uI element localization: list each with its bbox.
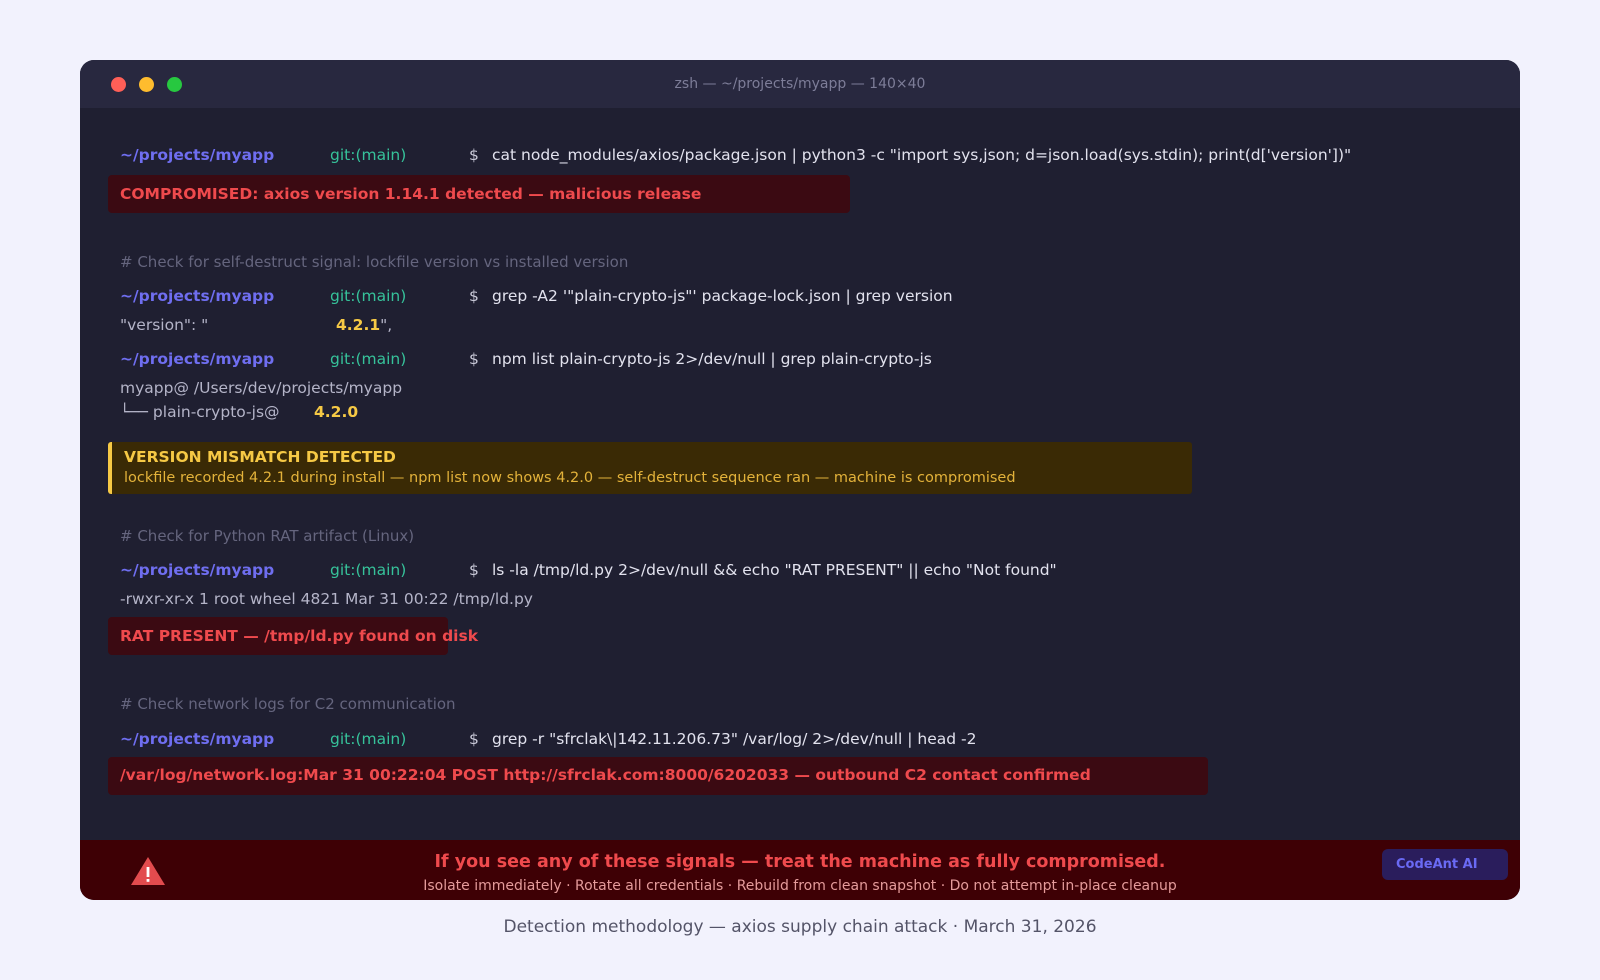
- output-line: myapp@ /Users/dev/projects/myapp: [120, 379, 403, 397]
- prompt-path: ~/projects/myapp: [120, 730, 275, 748]
- command-text: grep -A2 '"plain-crypto-js"' package-loc…: [492, 287, 953, 305]
- comment-line: # Check for Python RAT artifact (Linux): [120, 527, 415, 545]
- prompt-symbol: $: [469, 730, 479, 748]
- prompt-symbol: $: [469, 561, 479, 579]
- prompt-line-2: ~/projects/myapp git:(main) $ grep -A2 '…: [120, 287, 1500, 309]
- command-text: ls -la /tmp/ld.py 2>/dev/null && echo "R…: [492, 561, 1057, 579]
- lockfile-version: 4.2.1",: [336, 316, 393, 334]
- prompt-git-branch: git:(main): [330, 561, 407, 579]
- codeant-badge: CodeAnt AI: [1382, 849, 1508, 880]
- version-mismatch-warning: VERSION MISMATCH DETECTED lockfile recor…: [108, 442, 1192, 494]
- output-text: └── plain-crypto-js@: [120, 403, 280, 421]
- prompt-git-branch: git:(main): [330, 287, 407, 305]
- prompt-symbol: $: [469, 146, 479, 164]
- command-text: grep -r "sfrclak\|142.11.206.73" /var/lo…: [492, 730, 977, 748]
- warning-title: VERSION MISMATCH DETECTED: [124, 448, 396, 466]
- prompt-git-branch: git:(main): [330, 730, 407, 748]
- output-line: "version": " 4.2.1",: [120, 316, 1500, 338]
- output-text: "version": ": [120, 316, 209, 334]
- compromise-banner: If you see any of these signals — treat …: [80, 840, 1520, 900]
- prompt-line-3: ~/projects/myapp git:(main) $ npm list p…: [120, 350, 1500, 372]
- rat-present-message: RAT PRESENT — /tmp/ld.py found on disk: [120, 627, 479, 645]
- prompt-symbol: $: [469, 287, 479, 305]
- window-title: zsh — ~/projects/myapp — 140×40: [674, 76, 926, 92]
- prompt-path: ~/projects/myapp: [120, 561, 275, 579]
- command-text: cat node_modules/axios/package.json | py…: [492, 146, 1352, 164]
- command-text: npm list plain-crypto-js 2>/dev/null | g…: [492, 350, 932, 368]
- prompt-git-branch: git:(main): [330, 146, 407, 164]
- title-bar: zsh — ~/projects/myapp — 140×40: [80, 60, 1520, 108]
- prompt-path: ~/projects/myapp: [120, 287, 275, 305]
- prompt-line-1: ~/projects/myapp git:(main) $ cat node_m…: [120, 146, 1500, 168]
- prompt-path: ~/projects/myapp: [120, 350, 275, 368]
- comment-line: # Check network logs for C2 communicatio…: [120, 695, 456, 713]
- warning-detail: lockfile recorded 4.2.1 during install —…: [124, 470, 1016, 486]
- prompt-git-branch: git:(main): [330, 350, 407, 368]
- output-line: -rwxr-xr-x 1 root wheel 4821 Mar 31 00:2…: [120, 590, 533, 608]
- prompt-path: ~/projects/myapp: [120, 146, 275, 164]
- prompt-line-4: ~/projects/myapp git:(main) $ ls -la /tm…: [120, 561, 1500, 583]
- comment-line: # Check for self-destruct signal: lockfi…: [120, 253, 629, 271]
- terminal-window: zsh — ~/projects/myapp — 140×40 ~/projec…: [80, 60, 1520, 900]
- c2-contact-message: /var/log/network.log:Mar 31 00:22:04 POS…: [120, 766, 1091, 784]
- prompt-line-5: ~/projects/myapp git:(main) $ grep -r "s…: [120, 730, 1500, 752]
- figure-caption: Detection methodology — axios supply cha…: [503, 917, 1097, 937]
- output-line: └── plain-crypto-js@ 4.2.0: [120, 403, 1500, 425]
- banner-instructions: Isolate immediately · Rotate all credent…: [423, 878, 1177, 894]
- compromised-message: COMPROMISED: axios version 1.14.1 detect…: [120, 185, 702, 203]
- banner-headline: If you see any of these signals — treat …: [434, 852, 1166, 872]
- installed-version: 4.2.0: [314, 403, 359, 421]
- prompt-symbol: $: [469, 350, 479, 368]
